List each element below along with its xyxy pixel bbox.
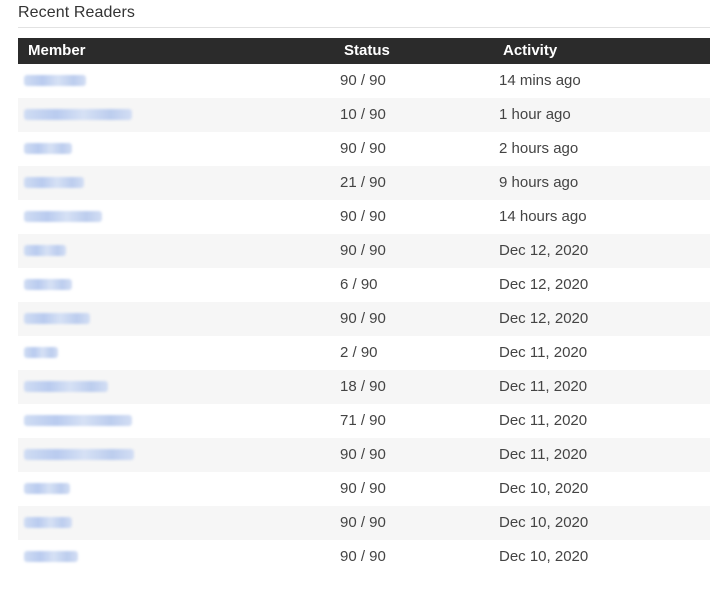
table-row: 18 / 90 Dec 11, 2020 [18,370,710,404]
table-row: 90 / 90 Dec 11, 2020 [18,438,710,472]
activity-cell: 9 hours ago [499,174,579,191]
member-link[interactable] [24,75,86,86]
member-link[interactable] [24,347,58,358]
status-cell: 71 / 90 [340,412,386,429]
table-row: 21 / 90 9 hours ago [18,166,710,200]
title-divider [18,27,710,28]
activity-cell: 2 hours ago [499,140,579,157]
activity-cell: Dec 12, 2020 [499,276,589,293]
table-row: 90 / 90 Dec 12, 2020 [18,302,710,336]
status-cell: 90 / 90 [340,548,386,565]
activity-cell: Dec 11, 2020 [499,412,588,429]
status-cell: 90 / 90 [340,310,386,327]
member-link[interactable] [24,381,108,392]
status-cell: 90 / 90 [340,140,386,157]
member-link[interactable] [24,483,70,494]
member-link[interactable] [24,313,90,324]
activity-cell: 14 hours ago [499,208,587,225]
table-row: 90 / 90 14 mins ago [18,64,710,98]
activity-cell: Dec 12, 2020 [499,242,589,259]
status-cell: 2 / 90 [340,344,378,361]
table-row: 90 / 90 Dec 10, 2020 [18,540,710,574]
column-header-activity: Activity [503,42,558,59]
member-link[interactable] [24,279,72,290]
table-row: 90 / 90 Dec 12, 2020 [18,234,710,268]
status-cell: 90 / 90 [340,514,386,531]
member-link[interactable] [24,449,134,460]
status-cell: 18 / 90 [340,378,386,395]
column-header-member: Member [28,42,86,59]
status-cell: 10 / 90 [340,106,386,123]
table-row: 90 / 90 14 hours ago [18,200,710,234]
member-link[interactable] [24,177,84,188]
table-row: 6 / 90 Dec 12, 2020 [18,268,710,302]
activity-cell: Dec 10, 2020 [499,514,589,531]
member-link[interactable] [24,109,132,120]
member-link[interactable] [24,517,72,528]
status-cell: 90 / 90 [340,72,386,89]
status-cell: 90 / 90 [340,208,386,225]
status-cell: 90 / 90 [340,480,386,497]
readers-table: Member Status Activity 90 / 90 14 mins a… [18,38,710,574]
status-cell: 21 / 90 [340,174,386,191]
member-link[interactable] [24,415,132,426]
member-link[interactable] [24,211,102,222]
member-link[interactable] [24,245,66,256]
member-link[interactable] [24,551,78,562]
section-title: Recent Readers [18,4,136,21]
table-row: 90 / 90 Dec 10, 2020 [18,506,710,540]
table-row: 90 / 90 Dec 10, 2020 [18,472,710,506]
activity-cell: 14 mins ago [499,72,581,89]
status-cell: 6 / 90 [340,276,378,293]
status-cell: 90 / 90 [340,242,386,259]
activity-cell: Dec 12, 2020 [499,310,589,327]
activity-cell: Dec 11, 2020 [499,446,588,463]
table-row: 90 / 90 2 hours ago [18,132,710,166]
activity-cell: Dec 10, 2020 [499,480,589,497]
column-header-status: Status [344,42,390,59]
activity-cell: Dec 10, 2020 [499,548,589,565]
activity-cell: Dec 11, 2020 [499,344,588,361]
status-cell: 90 / 90 [340,446,386,463]
activity-cell: Dec 11, 2020 [499,378,588,395]
activity-cell: 1 hour ago [499,106,571,123]
table-row: 10 / 90 1 hour ago [18,98,710,132]
member-link[interactable] [24,143,72,154]
table-row: 71 / 90 Dec 11, 2020 [18,404,710,438]
table-header-row: Member Status Activity [18,38,710,64]
table-row: 2 / 90 Dec 11, 2020 [18,336,710,370]
